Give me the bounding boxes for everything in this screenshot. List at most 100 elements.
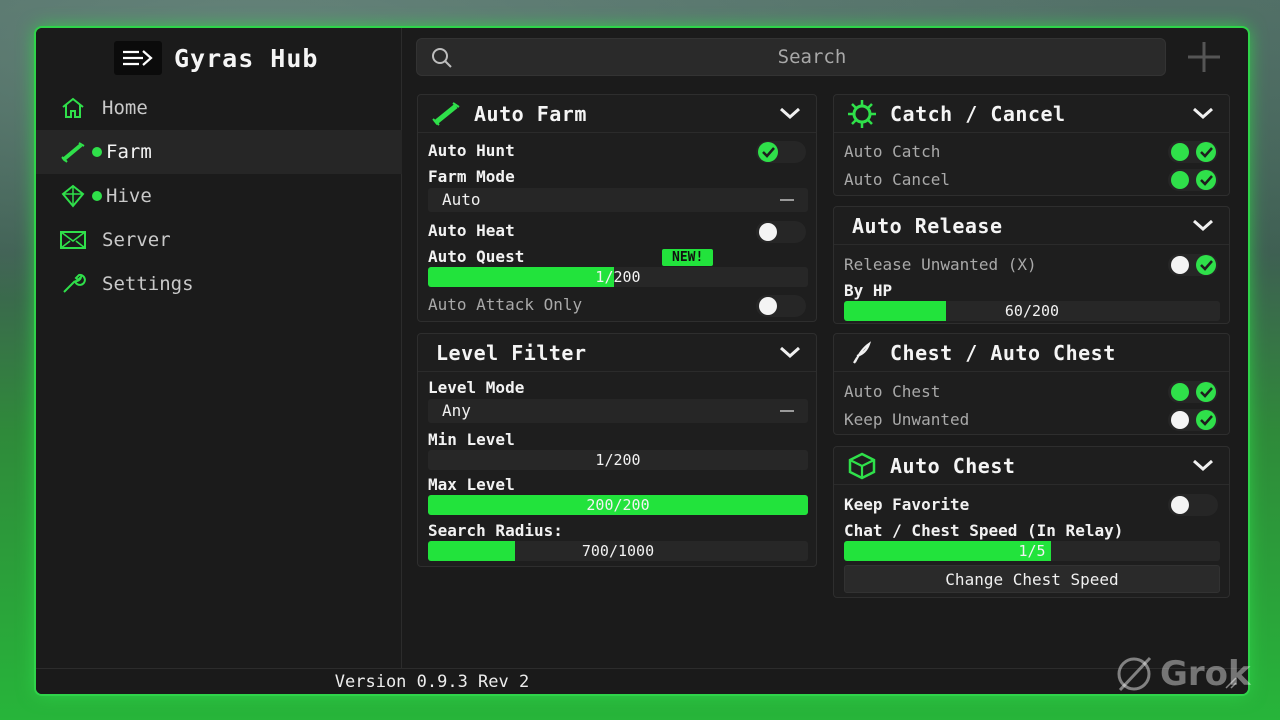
virus-icon xyxy=(844,99,880,129)
toggle-knob xyxy=(1171,171,1189,189)
app-title: Gyras Hub xyxy=(174,43,319,73)
auto-quest-value: 1/200 xyxy=(595,268,641,286)
sidebar-item-label: Home xyxy=(102,97,148,119)
toggle-knob xyxy=(1171,411,1189,429)
auto-chest-toggle[interactable] xyxy=(1168,381,1218,403)
chest-speed-label: Chat / Chest Speed (In Relay) xyxy=(844,521,1124,540)
auto-hunt-toggle[interactable] xyxy=(756,141,806,163)
auto-heat-toggle[interactable] xyxy=(756,221,806,243)
level-filter-header[interactable]: Level Filter xyxy=(418,334,816,372)
release-unwanted-label: Release Unwanted (X) xyxy=(844,255,1037,274)
chest-speed-slider[interactable]: 1/5 xyxy=(844,541,1220,561)
brand: Gyras Hub xyxy=(114,40,318,76)
auto-cancel-toggle[interactable] xyxy=(1168,169,1218,191)
panel-title: Auto Release xyxy=(852,213,1003,238)
toggle-knob xyxy=(1171,496,1189,514)
check-icon xyxy=(1196,410,1216,430)
auto-quest-label: Auto Quest xyxy=(428,247,525,266)
search-radius-value: 700/1000 xyxy=(581,542,655,560)
auto-attack-only-toggle[interactable] xyxy=(756,295,806,317)
min-level-value: 1/200 xyxy=(595,451,641,469)
chevron-down-icon[interactable] xyxy=(1191,456,1215,478)
watermark: Grok xyxy=(1112,652,1251,696)
panel-title: Catch / Cancel xyxy=(890,101,1066,126)
auto-hunt-label: Auto Hunt xyxy=(428,141,515,160)
check-icon xyxy=(1196,382,1216,402)
sword-icon xyxy=(58,139,88,165)
collapse-icon xyxy=(780,410,794,412)
auto-farm-panel: Auto Farm Auto Hunt Farm Mode Auto Auto … xyxy=(417,94,817,322)
chevron-down-icon[interactable] xyxy=(1191,216,1215,238)
sidebar-item-label: Hive xyxy=(106,185,152,207)
server-icon xyxy=(58,227,88,253)
auto-release-panel: Auto Release Release Unwanted (X) By HP … xyxy=(833,206,1230,324)
wrench-icon xyxy=(58,271,88,297)
auto-catch-toggle[interactable] xyxy=(1168,141,1218,163)
change-chest-speed-button[interactable]: Change Chest Speed xyxy=(844,565,1220,593)
add-button[interactable] xyxy=(1182,40,1226,74)
active-dot xyxy=(92,147,102,157)
by-hp-slider[interactable]: 60/200 xyxy=(844,301,1220,321)
status-dot xyxy=(92,191,102,201)
min-level-slider[interactable]: 1/200 xyxy=(428,450,808,470)
panel-title: Auto Chest xyxy=(890,453,1016,478)
feather-icon xyxy=(844,338,880,368)
toggle-knob xyxy=(759,297,777,315)
chest-auto-chest-panel: Chest / Auto Chest Auto Chest Keep Unwan… xyxy=(833,333,1230,435)
keep-unwanted-label: Keep Unwanted xyxy=(844,410,970,429)
auto-catch-label: Auto Catch xyxy=(844,142,941,161)
check-icon xyxy=(1196,255,1216,275)
cube-icon xyxy=(844,451,880,481)
sidebar-item-settings[interactable]: Settings xyxy=(36,262,402,306)
toggle-knob xyxy=(1171,383,1189,401)
max-level-label: Max Level xyxy=(428,475,515,494)
search-input[interactable] xyxy=(467,39,1157,75)
chevron-down-icon[interactable] xyxy=(1191,104,1215,126)
release-unwanted-toggle[interactable] xyxy=(1168,254,1218,276)
sidebar-item-hive[interactable]: Hive xyxy=(36,174,402,218)
auto-farm-header[interactable]: Auto Farm xyxy=(418,95,816,133)
sidebar-item-home[interactable]: Home xyxy=(36,86,402,130)
chest-auto-chest-header[interactable]: Chest / Auto Chest xyxy=(834,334,1229,372)
keep-favorite-toggle[interactable] xyxy=(1168,494,1218,516)
gem-icon xyxy=(58,183,88,209)
auto-attack-only-label: Auto Attack Only xyxy=(428,295,583,314)
new-badge: NEW! xyxy=(662,249,714,266)
auto-chest-panel: Auto Chest Keep Favorite Chat / Chest Sp… xyxy=(833,446,1230,598)
version-label: Version 0.9.3 Rev 2 xyxy=(334,672,530,692)
search-bar xyxy=(416,38,1166,76)
plus-icon xyxy=(1188,42,1220,72)
chevron-down-icon[interactable] xyxy=(778,343,802,365)
chevron-down-icon[interactable] xyxy=(778,104,802,126)
level-filter-panel: Level Filter Level Mode Any Min Level 1/… xyxy=(417,333,817,567)
auto-quest-slider[interactable]: 1/200 xyxy=(428,267,808,287)
keep-unwanted-toggle[interactable] xyxy=(1168,409,1218,431)
toggle-knob xyxy=(1171,143,1189,161)
sidebar-item-label: Server xyxy=(102,229,171,251)
level-mode-dropdown[interactable]: Any xyxy=(428,399,808,423)
check-icon xyxy=(758,142,778,162)
check-icon xyxy=(1196,170,1216,190)
auto-heat-label: Auto Heat xyxy=(428,221,515,240)
auto-chest-header[interactable]: Auto Chest xyxy=(834,447,1229,485)
watermark-text: Grok xyxy=(1160,654,1251,694)
toggle-knob xyxy=(759,223,777,241)
catch-cancel-panel: Catch / Cancel Auto Catch Auto Cancel xyxy=(833,94,1230,196)
auto-release-header[interactable]: Auto Release xyxy=(834,207,1229,245)
max-level-slider[interactable]: 200/200 xyxy=(428,495,808,515)
grok-logo-icon xyxy=(1117,656,1152,692)
sidebar-item-server[interactable]: Server xyxy=(36,218,402,262)
auto-cancel-label: Auto Cancel xyxy=(844,170,950,189)
sidebar-nav: Home Farm Hive Server Settings xyxy=(36,86,402,306)
by-hp-label: By HP xyxy=(844,281,893,300)
sidebar-item-farm[interactable]: Farm xyxy=(36,130,402,174)
check-icon xyxy=(1196,142,1216,162)
search-radius-slider[interactable]: 700/1000 xyxy=(428,541,808,561)
footer: Version 0.9.3 Rev 2 xyxy=(36,668,1248,694)
level-mode-label: Level Mode xyxy=(428,378,525,397)
sword-icon xyxy=(428,99,464,129)
menu-collapse-icon[interactable] xyxy=(114,41,162,75)
farm-mode-dropdown[interactable]: Auto xyxy=(428,188,808,212)
catch-cancel-header[interactable]: Catch / Cancel xyxy=(834,95,1229,133)
farm-mode-label: Farm Mode xyxy=(428,167,515,186)
